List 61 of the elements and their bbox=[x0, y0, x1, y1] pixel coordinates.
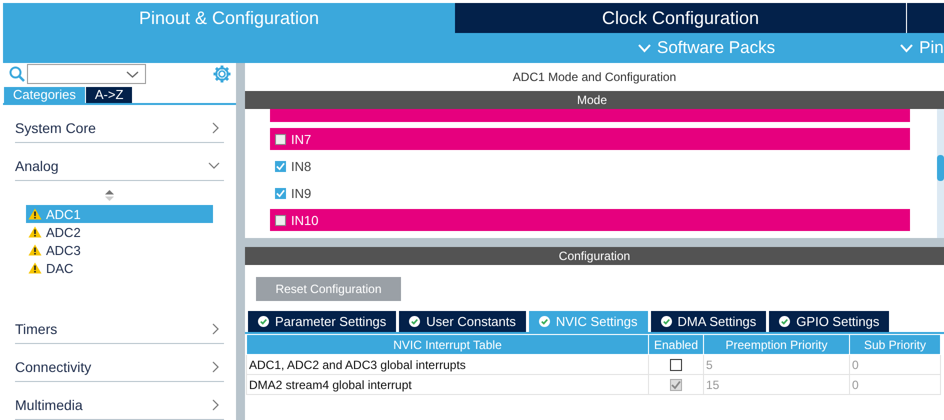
settings-tab[interactable]: DMA Settings bbox=[650, 311, 766, 332]
checkbox[interactable] bbox=[275, 214, 286, 226]
column-header: Sub Priority bbox=[850, 334, 940, 354]
sort-icon bbox=[105, 190, 114, 202]
checkbox[interactable] bbox=[670, 359, 682, 372]
category-label: Connectivity bbox=[15, 359, 92, 376]
peripheral-item[interactable]: ADC2 bbox=[26, 223, 213, 242]
peripheral-item[interactable]: DAC bbox=[26, 259, 213, 278]
check-circle-icon bbox=[779, 316, 790, 327]
search-combo-box[interactable] bbox=[27, 64, 146, 84]
search-icon bbox=[9, 66, 25, 82]
settings-icon[interactable] bbox=[213, 65, 231, 84]
table-cell: 0 bbox=[850, 374, 940, 394]
column-header: NVIC Interrupt Table bbox=[246, 334, 648, 354]
table-cell: 0 bbox=[850, 354, 940, 374]
channel-label: IN10 bbox=[291, 212, 318, 228]
column-header: Enabled bbox=[648, 334, 704, 354]
peripheral-label: DAC bbox=[46, 260, 74, 276]
table-cell: ADC1, ADC2 and ADC3 global interrupts bbox=[246, 354, 648, 374]
settings-tab[interactable]: Parameter Settings bbox=[248, 311, 396, 332]
check-circle-icon bbox=[409, 316, 420, 327]
table-cell: 5 bbox=[704, 354, 850, 374]
channel-label: IN9 bbox=[291, 186, 312, 200]
check-circle-icon bbox=[538, 316, 550, 327]
panel-title: ADC1 Mode and Configuration bbox=[512, 69, 678, 86]
settings-tab[interactable]: GPIO Settings bbox=[769, 311, 890, 332]
category-header[interactable]: Timers bbox=[15, 306, 224, 344]
peripheral-item[interactable]: ADC3 bbox=[26, 241, 213, 260]
mode-row[interactable]: IN8 bbox=[270, 155, 910, 177]
channel-label: IN7 bbox=[291, 132, 312, 146]
category-label: Analog bbox=[15, 158, 59, 174]
table-cell: DMA2 stream4 global interrupt bbox=[246, 374, 648, 394]
check-circle-icon bbox=[258, 316, 269, 327]
sidebar-tab[interactable]: A->Z bbox=[86, 87, 132, 103]
mode-row[interactable]: IN10 bbox=[270, 209, 910, 231]
peripheral-label: ADC3 bbox=[46, 242, 81, 258]
column-header: Preemption Priority bbox=[704, 334, 850, 354]
channel-label: IN8 bbox=[291, 158, 312, 174]
mode-row[interactable]: IN7 bbox=[270, 128, 910, 150]
section-header: Mode bbox=[245, 91, 944, 109]
checkbox[interactable] bbox=[275, 160, 286, 172]
peripheral-label: ADC1 bbox=[46, 206, 81, 222]
chevron-down-icon bbox=[638, 44, 651, 52]
category-label: System Core bbox=[15, 120, 96, 136]
checkbox[interactable] bbox=[275, 134, 286, 144]
category-header[interactable]: Analog bbox=[15, 143, 224, 182]
category-label: Multimedia bbox=[15, 397, 83, 414]
chevron-down-icon bbox=[126, 70, 139, 79]
section-header: Configuration bbox=[245, 247, 944, 265]
category-label: Timers bbox=[15, 321, 58, 338]
table-cell: 15 bbox=[704, 374, 850, 394]
check-circle-icon bbox=[660, 316, 672, 327]
scrollbar[interactable] bbox=[937, 109, 944, 238]
checkbox[interactable] bbox=[275, 188, 286, 198]
category-header[interactable]: Multimedia bbox=[15, 382, 224, 420]
chevron-down-icon bbox=[900, 44, 914, 52]
category-header[interactable]: Connectivity bbox=[15, 344, 224, 382]
settings-tab[interactable]: User Constants bbox=[399, 311, 526, 332]
category-header[interactable]: System Core bbox=[15, 105, 224, 144]
peripheral-label: ADC2 bbox=[46, 224, 81, 240]
mode-row[interactable]: IN9 bbox=[270, 182, 910, 204]
